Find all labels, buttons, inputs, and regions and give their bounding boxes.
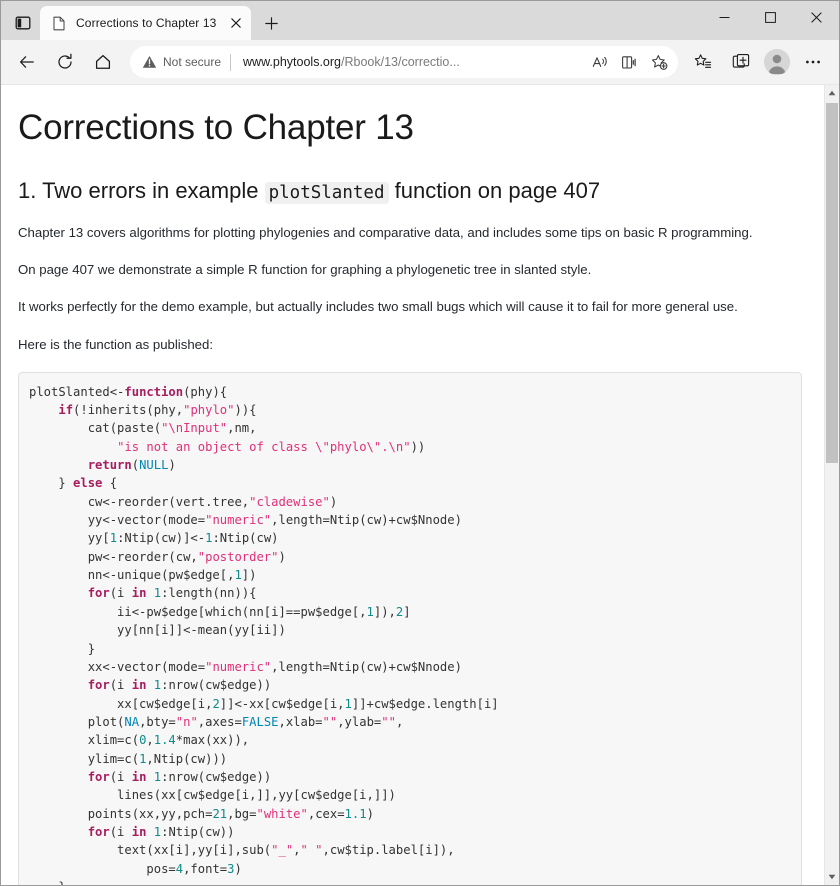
collections-icon [732,54,750,68]
back-arrow-icon [19,56,34,68]
refresh-button[interactable] [49,46,81,78]
scroll-up-arrow-icon [828,90,836,96]
minimize-icon [719,16,729,18]
settings-more-icon [806,60,820,64]
settings-and-more-button[interactable] [797,46,829,78]
minimize-button[interactable] [701,1,747,33]
maximize-icon [764,11,776,23]
read-aloud-icon [592,56,607,67]
page-title: Corrections to Chapter 13 [18,108,414,147]
vertical-tabs-toggle-button[interactable] [6,7,40,39]
security-indicator[interactable]: Not secure [142,55,230,69]
paragraph-2: On page 407 we demonstrate a simple R fu… [18,262,592,278]
favorites-icon [694,54,712,68]
inline-code-plotslanted: plotSlanted [264,182,389,205]
section-heading-suffix: function on page 407 [388,178,601,204]
favorites-button[interactable] [687,46,719,78]
back-button[interactable] [11,46,43,78]
scroll-down-arrow-icon [828,874,836,880]
window-close-button[interactable] [793,1,839,33]
code-block-plotslanted: plotSlanted<-function(phy){ if(!inherits… [18,371,802,885]
profile-avatar-icon [764,49,790,75]
page-viewport: Corrections to Chapter 13 1. Two errors … [1,84,839,885]
page-icon [51,15,67,31]
paragraph-3: It works perfectly for the demo example,… [18,299,738,315]
profile-button[interactable] [764,49,790,75]
tab-strip: Corrections to Chapter 13 [1,1,839,40]
new-tab-button[interactable] [256,8,286,38]
close-icon [810,11,822,23]
url-path: /Rbook/13/correctio... [341,55,460,69]
maximize-button[interactable] [747,1,793,33]
url-domain: www.phytools.org [243,55,341,69]
close-icon [231,18,242,28]
immersive-reader-icon [621,55,636,69]
paragraph-4: Here is the function as published: [18,336,213,352]
scrollbar-thumb[interactable] [826,103,838,463]
section-heading: 1. Two errors in example plotSlanted fun… [18,177,802,205]
home-button[interactable] [87,46,119,78]
scroll-down-button[interactable] [825,869,839,885]
tab-title: Corrections to Chapter 13 [76,16,217,30]
browser-window: Corrections to Chapter 13 Not secure www… [0,0,840,886]
scroll-up-button[interactable] [825,85,839,101]
vertical-tabs-icon [15,16,31,30]
paragraph-1: Chapter 13 covers algorithms for plottin… [18,225,753,241]
url-text[interactable]: www.phytools.org/Rbook/13/correctio... [231,55,584,69]
refresh-icon [58,53,72,69]
collections-button[interactable] [725,46,757,78]
window-controls [701,1,839,33]
add-favorite-star-icon [651,54,667,70]
plus-icon [265,16,278,30]
home-icon [95,54,111,69]
omnibox-actions [584,48,674,76]
immersive-reader-button[interactable] [615,48,643,76]
address-bar[interactable]: Not secure www.phytools.org/Rbook/13/cor… [130,46,678,78]
not-secure-warning-icon [142,56,157,68]
security-label: Not secure [163,55,222,69]
browser-tab[interactable]: Corrections to Chapter 13 [40,6,252,40]
web-page-content: Corrections to Chapter 13 1. Two errors … [1,85,824,885]
add-favorite-button[interactable] [645,48,673,76]
tab-close-button[interactable] [225,12,247,34]
section-heading-prefix: 1. Two errors in example [18,178,265,204]
page-scrollbar[interactable] [824,85,839,885]
read-aloud-button[interactable] [585,48,613,76]
browser-toolbar: Not secure www.phytools.org/Rbook/13/cor… [1,40,839,84]
